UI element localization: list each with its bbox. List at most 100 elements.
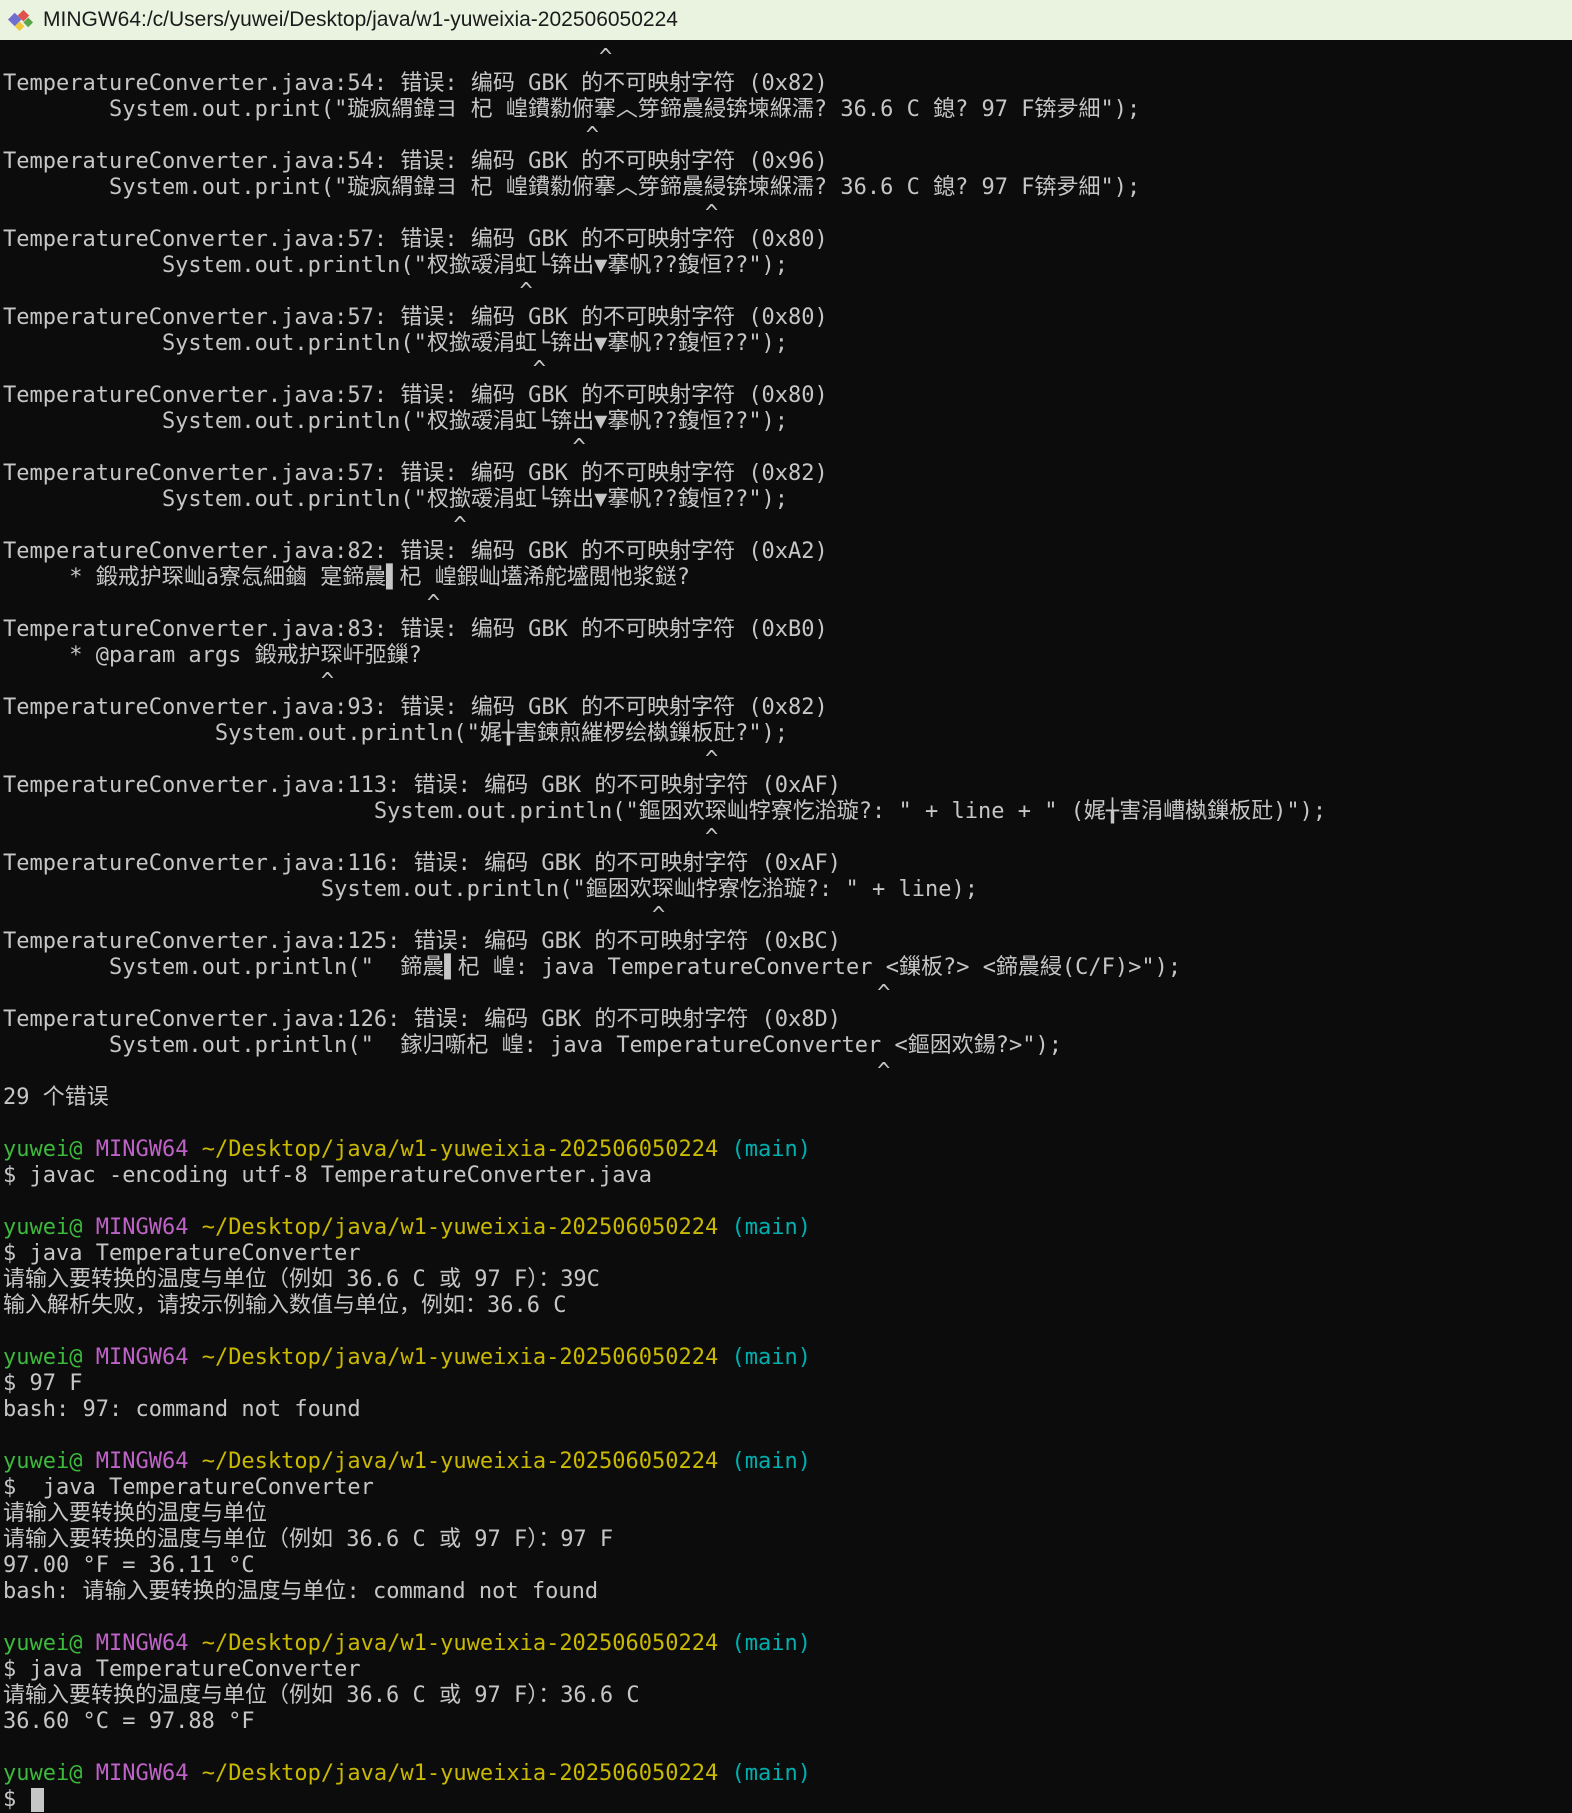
- terminal-text: System.out.println("杈撳叆涓虹└锛出▼搴帆??鍑恒??");: [3, 331, 788, 356]
- terminal-text: System.out.println("杈撳叆涓虹└锛出▼搴帆??鍑恒??");: [3, 253, 788, 278]
- terminal-text: TemperatureConverter.java:57: 错误: 编码 GBK…: [3, 305, 828, 330]
- terminal-line: 请输入要转换的温度与单位（例如 36.6 C 或 97 F）：97 F: [3, 1527, 1572, 1553]
- terminal-text: System.out.println("鏂囦欢琛屾牸寮忔湁璇?: " + lin…: [3, 799, 1326, 824]
- terminal-line: System.out.println("鏂囦欢琛屾牸寮忔湁璇?: " + lin…: [3, 877, 1572, 903]
- terminal-text: TemperatureConverter.java:83: 错误: 编码 GBK…: [3, 617, 828, 642]
- terminal-text: System.out.print("璇疯緭鍏ヨ 杞 崲鐨勬俯搴︿笌鍗曟綅锛堜緥濡…: [3, 97, 1140, 122]
- terminal-line: $ java TemperatureConverter: [3, 1475, 1572, 1501]
- msys2-diamonds-icon: [7, 7, 34, 34]
- terminal-line: ^: [3, 123, 1572, 149]
- terminal-body[interactable]: ^TemperatureConverter.java:54: 错误: 编码 GB…: [0, 40, 1572, 1813]
- prompt-path: ~/Desktop/java/w1-yuweixia-202506050224: [188, 1761, 718, 1786]
- terminal-line: TemperatureConverter.java:83: 错误: 编码 GBK…: [3, 617, 1572, 643]
- prompt-msystem: MINGW64: [82, 1215, 188, 1240]
- terminal-text: 输入解析失败，请按示例输入数值与单位，例如：36.6 C: [3, 1293, 566, 1318]
- terminal-text: TemperatureConverter.java:54: 错误: 编码 GBK…: [3, 71, 828, 96]
- terminal-text: bash: 97: command not found: [3, 1397, 361, 1422]
- shell-prompt-line: yuwei@ MINGW64 ~/Desktop/java/w1-yuweixi…: [3, 1631, 1572, 1657]
- window-titlebar[interactable]: MINGW64:/c/Users/yuwei/Desktop/java/w1-y…: [0, 0, 1572, 40]
- terminal-cursor[interactable]: [31, 1788, 45, 1812]
- error-caret: ^: [3, 903, 665, 928]
- prompt-msystem: MINGW64: [82, 1449, 188, 1474]
- terminal-text: $: [3, 1787, 30, 1812]
- error-caret: ^: [3, 201, 718, 226]
- terminal-line: System.out.print("璇疯緭鍏ヨ 杞 崲鐨勬俯搴︿笌鍗曟綅锛堜緥濡…: [3, 97, 1572, 123]
- terminal-text: 请输入要转换的温度与单位（例如 36.6 C 或 97 F）：39C: [3, 1267, 600, 1292]
- terminal-text: * @param args 鍛戒护琛屽弬鏁?: [3, 643, 422, 668]
- terminal-line: ^: [3, 357, 1572, 383]
- terminal-text: $ 97 F: [3, 1371, 82, 1396]
- terminal-text: System.out.println(" 鎵归噺杞 崲: java Temper…: [3, 1033, 1062, 1058]
- terminal-line: * @param args 鍛戒护琛屽弬鏁?: [3, 643, 1572, 669]
- terminal-text: 请输入要转换的温度与单位（例如 36.6 C 或 97 F）：36.6 C: [3, 1683, 640, 1708]
- error-caret: ^: [3, 825, 718, 850]
- terminal-text: TemperatureConverter.java:116: 错误: 编码 GB…: [3, 851, 841, 876]
- prompt-path: ~/Desktop/java/w1-yuweixia-202506050224: [188, 1449, 718, 1474]
- terminal-text: $ java TemperatureConverter: [3, 1475, 374, 1500]
- terminal-line: 请输入要转换的温度与单位: [3, 1501, 1572, 1527]
- terminal-text: bash: 请输入要转换的温度与单位: command not found: [3, 1579, 598, 1604]
- prompt-user: yuwei@: [3, 1631, 82, 1656]
- terminal-line: ^: [3, 591, 1572, 617]
- terminal-text: TemperatureConverter.java:93: 错误: 编码 GBK…: [3, 695, 828, 720]
- terminal-line: TemperatureConverter.java:57: 错误: 编码 GBK…: [3, 461, 1572, 487]
- terminal-line: [3, 1189, 1572, 1215]
- terminal-line: ^: [3, 45, 1572, 71]
- error-caret: ^: [3, 435, 586, 460]
- window-title: MINGW64:/c/Users/yuwei/Desktop/java/w1-y…: [43, 8, 678, 32]
- terminal-text: TemperatureConverter.java:126: 错误: 编码 GB…: [3, 1007, 841, 1032]
- terminal-line: System.out.println("鏂囦欢琛屾牸寮忔湁璇?: " + lin…: [3, 799, 1572, 825]
- terminal-line: TemperatureConverter.java:126: 错误: 编码 GB…: [3, 1007, 1572, 1033]
- prompt-msystem: MINGW64: [82, 1137, 188, 1162]
- terminal-line: [3, 1423, 1572, 1449]
- terminal-line: TemperatureConverter.java:57: 错误: 编码 GBK…: [3, 383, 1572, 409]
- prompt-user: yuwei@: [3, 1137, 82, 1162]
- terminal-line: ^: [3, 435, 1572, 461]
- terminal-text: 请输入要转换的温度与单位（例如 36.6 C 或 97 F）：97 F: [3, 1527, 613, 1552]
- terminal-text: System.out.println("娓╁害鍊煎繀椤绘槸鏁板瓧?");: [3, 721, 788, 746]
- terminal-line: [3, 1735, 1572, 1761]
- terminal-line: ^: [3, 513, 1572, 539]
- terminal-text: TemperatureConverter.java:125: 错误: 编码 GB…: [3, 929, 841, 954]
- terminal-line: ^: [3, 669, 1572, 695]
- terminal-text: * 鍛戒护琛屾ā寮忥細鏀 寔鍗曟▌杞 崲鍜屾壒浠舵墭閲忚浆鎹?: [3, 565, 690, 590]
- prompt-git-branch: (main): [718, 1215, 811, 1240]
- terminal-line: TemperatureConverter.java:116: 错误: 编码 GB…: [3, 851, 1572, 877]
- shell-prompt-line: yuwei@ MINGW64 ~/Desktop/java/w1-yuweixi…: [3, 1761, 1572, 1787]
- terminal-line: [3, 1319, 1572, 1345]
- error-caret: ^: [3, 591, 440, 616]
- prompt-path: ~/Desktop/java/w1-yuweixia-202506050224: [188, 1215, 718, 1240]
- error-caret: ^: [3, 1059, 890, 1084]
- terminal-text: 29 个错误: [3, 1085, 109, 1110]
- prompt-git-branch: (main): [718, 1761, 811, 1786]
- terminal-text: System.out.print("璇疯緭鍏ヨ 杞 崲鐨勬俯搴︿笌鍗曟綅锛堜緥濡…: [3, 175, 1140, 200]
- prompt-git-branch: (main): [718, 1345, 811, 1370]
- terminal-text: 36.60 °C = 97.88 °F: [3, 1709, 255, 1734]
- terminal-text: System.out.println(" 鍗曟▌杞 崲: java Temper…: [3, 955, 1181, 980]
- terminal-line: [3, 1605, 1572, 1631]
- prompt-user: yuwei@: [3, 1215, 82, 1240]
- error-caret: ^: [3, 357, 546, 382]
- terminal-text: TemperatureConverter.java:113: 错误: 编码 GB…: [3, 773, 841, 798]
- terminal-line: TemperatureConverter.java:113: 错误: 编码 GB…: [3, 773, 1572, 799]
- terminal-line: System.out.println(" 鍗曟▌杞 崲: java Temper…: [3, 955, 1572, 981]
- terminal-line: TemperatureConverter.java:57: 错误: 编码 GBK…: [3, 227, 1572, 253]
- terminal-text: 请输入要转换的温度与单位: [3, 1501, 267, 1526]
- terminal-text: System.out.println("杈撳叆涓虹└锛出▼搴帆??鍑恒??");: [3, 487, 788, 512]
- terminal-text: $ javac -encoding utf-8 TemperatureConve…: [3, 1163, 652, 1188]
- terminal-line: System.out.println("杈撳叆涓虹└锛出▼搴帆??鍑恒??");: [3, 331, 1572, 357]
- terminal-line: 输入解析失败，请按示例输入数值与单位，例如：36.6 C: [3, 1293, 1572, 1319]
- terminal-text: 97.00 °F = 36.11 °C: [3, 1553, 255, 1578]
- prompt-path: ~/Desktop/java/w1-yuweixia-202506050224: [188, 1345, 718, 1370]
- terminal-line: ^: [3, 279, 1572, 305]
- prompt-git-branch: (main): [718, 1631, 811, 1656]
- terminal-line: ^: [3, 825, 1572, 851]
- prompt-msystem: MINGW64: [82, 1761, 188, 1786]
- terminal-text: TemperatureConverter.java:54: 错误: 编码 GBK…: [3, 149, 828, 174]
- prompt-user: yuwei@: [3, 1761, 82, 1786]
- terminal-line: ^: [3, 903, 1572, 929]
- terminal-text: TemperatureConverter.java:82: 错误: 编码 GBK…: [3, 539, 828, 564]
- terminal-line: System.out.println("杈撳叆涓虹└锛出▼搴帆??鍑恒??");: [3, 409, 1572, 435]
- prompt-user: yuwei@: [3, 1449, 82, 1474]
- terminal-line: ^: [3, 981, 1572, 1007]
